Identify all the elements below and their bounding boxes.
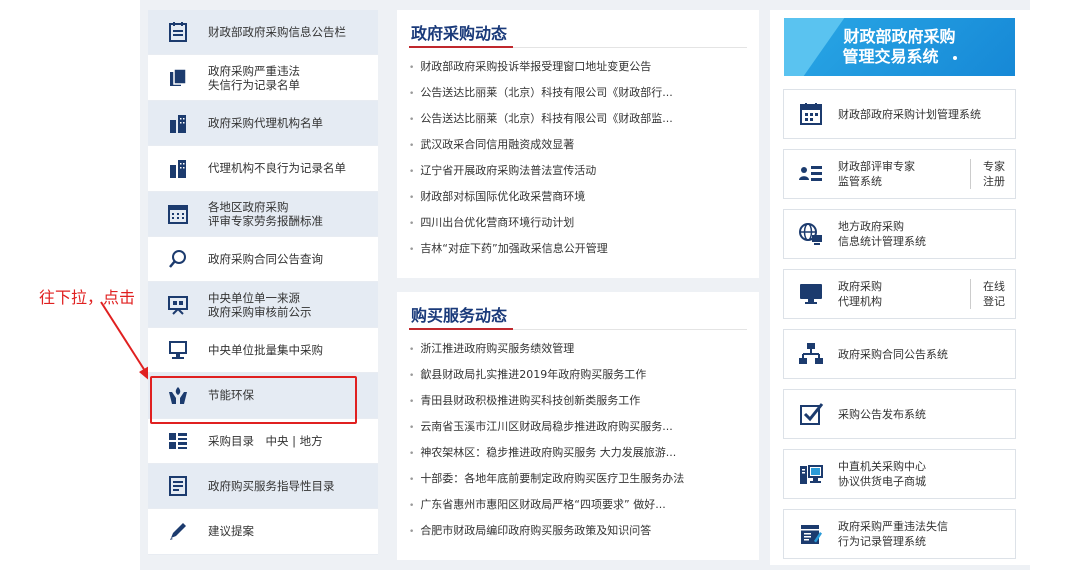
highlight-box <box>150 376 357 424</box>
news-link[interactable]: 合肥市财政局编印政府购买服务政策及知识问答 <box>409 518 747 544</box>
system-card-agency[interactable]: 政府采购代理机构 在线登记 <box>783 269 1016 319</box>
calendar-grid-icon <box>148 203 208 225</box>
list-document-icon <box>148 475 208 497</box>
menu-label: 采购目录 中央 | 地方 <box>208 433 323 448</box>
notice-icon <box>148 21 208 43</box>
document-stack-icon <box>148 67 208 89</box>
building-icon <box>148 112 208 134</box>
search-icon <box>148 248 208 270</box>
menu-item-expert-fee[interactable]: 各地区政府采购 评审专家劳务报酬标准 <box>148 191 378 237</box>
news-link[interactable]: 神农架林区：稳步推进政府购买服务 大力发展旅游... <box>409 440 747 466</box>
menu-label: 中央单位单一来源 <box>208 290 300 305</box>
menu-label: 政府采购合同公告查询 <box>208 252 323 267</box>
systems-panel: 财政部政府采购 管理交易系统 财政部政府采购计划管理系统 财政部评审专家 监管系统 … <box>770 10 1030 565</box>
system-card-mall[interactable]: 中直机关采购中心 协议供货电子商城 <box>783 449 1016 499</box>
menu-label-2: 失信行为记录名单 <box>208 77 300 92</box>
news-link[interactable]: 辽宁省开展政府采购法普法宣传活动 <box>409 158 747 184</box>
calendar-icon <box>784 101 838 127</box>
left-menu: 财政部政府采购信息公告栏 政府采购严重违法 失信行为记录名单 政府采购代理机构名单… <box>148 10 378 555</box>
trading-system-banner[interactable]: 财政部政府采购 管理交易系统 <box>784 18 1015 76</box>
news-link[interactable]: 青田县财政积极推进购买科技创新类服务工作 <box>409 388 747 414</box>
banner-line2: 管理交易系统 <box>842 47 939 66</box>
menu-item-single-source[interactable]: 中央单位单一来源 政府采购审核前公示 <box>148 282 378 328</box>
system-name-2: 监管系统 <box>838 175 882 188</box>
news-link[interactable]: 云南省玉溪市江川区财政局稳步推进政府购买服务... <box>409 414 747 440</box>
news-link[interactable]: 十部委：各地年底前要制定政府购买医疗卫生服务办法 <box>409 466 747 492</box>
menu-label: 各地区政府采购 <box>208 199 289 214</box>
system-card-violation[interactable]: 政府采购严重违法失信 行为记录管理系统 <box>783 509 1016 559</box>
system-name: 采购公告发布系统 <box>838 407 926 421</box>
system-name-2: 协议供货电子商城 <box>838 475 926 488</box>
menu-label: 代理机构不良行为记录名单 <box>208 161 346 176</box>
system-name: 政府采购严重违法失信 <box>838 520 948 533</box>
checkbox-icon <box>784 401 838 427</box>
side-label-2: 注册 <box>983 175 1005 188</box>
system-name-2: 代理机构 <box>838 295 882 308</box>
grid-list-icon <box>148 430 208 452</box>
side-label: 在线 <box>983 280 1005 293</box>
panel-title: 购买服务动态 <box>409 292 514 330</box>
side-label: 专家 <box>983 160 1005 173</box>
system-name: 财政部政府采购计划管理系统 <box>838 107 981 121</box>
menu-item-suggestions[interactable]: 建议提案 <box>148 509 378 555</box>
news-link[interactable]: 公告送达比丽莱（北京）科技有限公司《财政部行... <box>409 80 747 106</box>
menu-label: 中央单位批量集中采购 <box>208 342 323 357</box>
news-link[interactable]: 广东省惠州市惠阳区财政局严格“四项要求” 做好... <box>409 492 747 518</box>
monitor-icon <box>148 339 208 361</box>
system-card-local-stats[interactable]: 地方政府采购信息统计管理系统 <box>783 209 1016 259</box>
menu-item-agency-misconduct[interactable]: 代理机构不良行为记录名单 <box>148 146 378 192</box>
side-label-2: 登记 <box>983 295 1005 308</box>
building-icon <box>148 157 208 179</box>
system-name-2: 行为记录管理系统 <box>838 535 926 548</box>
menu-label: 财政部政府采购信息公告栏 <box>208 25 346 40</box>
menu-item-violation-list[interactable]: 政府采购严重违法 失信行为记录名单 <box>148 55 378 101</box>
system-card-plan[interactable]: 财政部政府采购计划管理系统 <box>783 89 1016 139</box>
news-link[interactable]: 浙江推进政府购买服务绩效管理 <box>409 336 747 362</box>
dot-icon <box>952 55 957 60</box>
panel-title: 政府采购动态 <box>409 10 514 48</box>
news-link[interactable]: 财政部政府采购投诉举报受理窗口地址变更公告 <box>409 54 747 80</box>
news-link[interactable]: 吉林“对症下药”加强政采信息公开管理 <box>409 236 747 262</box>
gov-news-panel: 政府采购动态 财政部政府采购投诉举报受理窗口地址变更公告 公告送达比丽莱（北京）… <box>397 10 759 278</box>
menu-label-2: 政府采购审核前公示 <box>208 304 312 319</box>
desktop-computer-icon <box>784 461 838 487</box>
menu-label-2: 评审专家劳务报酬标准 <box>208 213 323 228</box>
menu-label: 建议提案 <box>208 524 254 539</box>
news-link[interactable]: 四川出台优化营商环境行动计划 <box>409 210 747 236</box>
pen-icon <box>148 520 208 542</box>
menu-item-notice-board[interactable]: 财政部政府采购信息公告栏 <box>148 10 378 56</box>
system-name: 财政部评审专家 <box>838 160 915 173</box>
news-link[interactable]: 歙县财政局扎实推进2019年政府购买服务工作 <box>409 362 747 388</box>
annotation-arrow <box>100 301 151 382</box>
menu-item-agency-list[interactable]: 政府采购代理机构名单 <box>148 100 378 147</box>
menu-item-service-catalog[interactable]: 政府购买服务指导性目录 <box>148 463 378 510</box>
news-link[interactable]: 财政部对标国际优化政采营商环境 <box>409 184 747 210</box>
record-icon <box>784 521 838 547</box>
system-name: 地方政府采购 <box>838 220 904 233</box>
news-link[interactable]: 武汉政采合同信用融资成效显著 <box>409 132 747 158</box>
system-name: 政府采购 <box>838 280 882 293</box>
menu-label: 政府采购代理机构名单 <box>208 115 323 130</box>
network-icon <box>784 341 838 367</box>
system-name: 中直机关采购中心 <box>838 460 926 473</box>
system-name-2: 信息统计管理系统 <box>838 235 926 248</box>
globe-computer-icon <box>784 221 838 247</box>
menu-label: 政府购买服务指导性目录 <box>208 479 335 494</box>
system-card-announcement[interactable]: 采购公告发布系统 <box>783 389 1016 439</box>
expert-list-icon <box>784 161 838 187</box>
service-news-panel: 购买服务动态 浙江推进政府购买服务绩效管理 歙县财政局扎实推进2019年政府购买… <box>397 292 759 560</box>
system-card-contract[interactable]: 政府采购合同公告系统 <box>783 329 1016 379</box>
monitor-icon <box>784 281 838 307</box>
banner-line1: 财政部政府采购 <box>843 27 956 46</box>
menu-item-bulk-purchase[interactable]: 中央单位批量集中采购 <box>148 327 378 374</box>
system-name: 政府采购合同公告系统 <box>838 347 948 361</box>
menu-label: 政府采购严重违法 <box>208 63 300 78</box>
presentation-icon <box>148 294 208 316</box>
menu-item-contract-query[interactable]: 政府采购合同公告查询 <box>148 236 378 283</box>
menu-item-catalog[interactable]: 采购目录 中央 | 地方 <box>148 418 378 464</box>
expert-register-link[interactable]: 专家 注册 <box>970 159 1015 189</box>
news-link[interactable]: 公告送达比丽莱（北京）科技有限公司《财政部监... <box>409 106 747 132</box>
system-card-expert[interactable]: 财政部评审专家 监管系统 专家注册 <box>783 149 1016 199</box>
online-register-link[interactable]: 在线 登记 <box>970 279 1015 309</box>
